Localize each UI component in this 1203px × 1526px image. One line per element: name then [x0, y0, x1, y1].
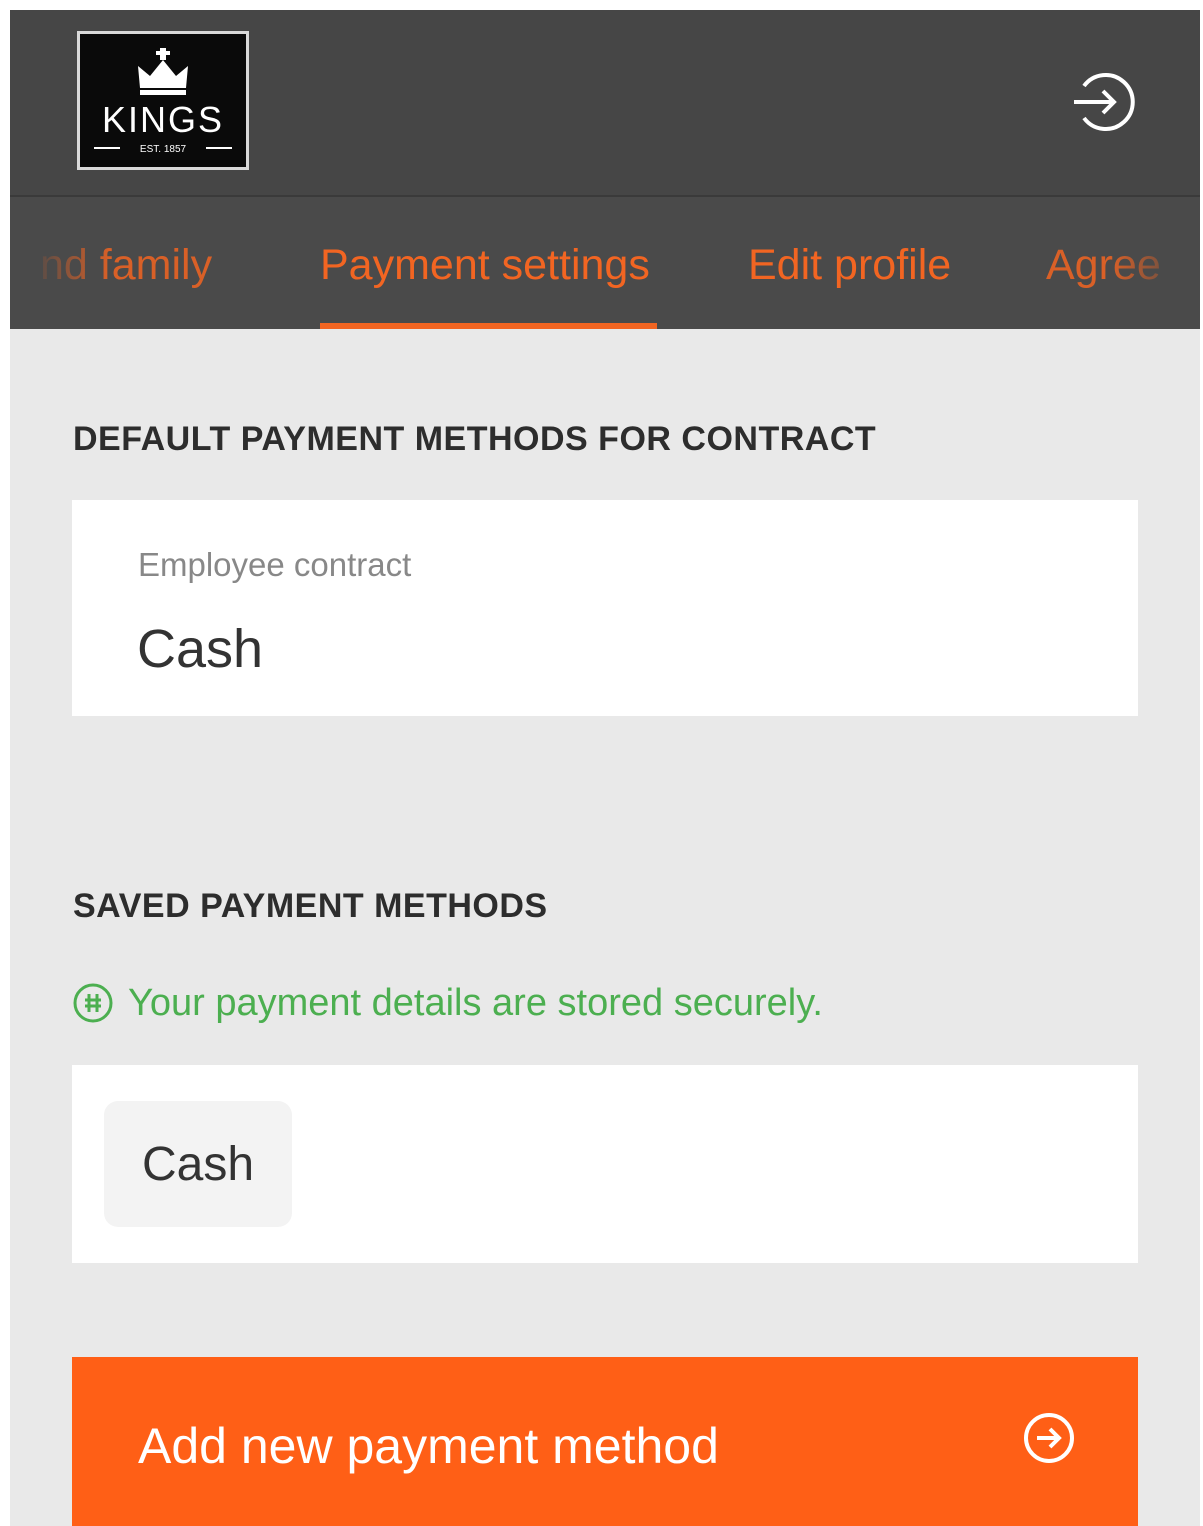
top-bar: KINGS EST. 1857 [10, 10, 1200, 195]
crown-icon: KINGS EST. 1857 [94, 48, 232, 155]
payment-method-chip[interactable]: Cash [104, 1101, 292, 1227]
app-frame: KINGS EST. 1857 nd family Payment settin… [10, 10, 1200, 1526]
tab-fade-left [10, 197, 110, 329]
tab-fade-right [1110, 197, 1200, 329]
arrow-circle-right-icon [1024, 1413, 1074, 1463]
kings-logo[interactable]: KINGS EST. 1857 [77, 31, 249, 170]
field-value: Cash [137, 619, 264, 679]
add-payment-method-button[interactable]: Add new payment method [72, 1357, 1138, 1526]
saved-methods-title: SAVED PAYMENT METHODS [73, 887, 548, 925]
add-button-label: Add new payment method [138, 1418, 719, 1474]
tab-bar: nd family Payment settings Edit profile … [10, 195, 1200, 329]
secure-text: Your payment details are stored securely… [128, 981, 823, 1024]
logo-tagline: EST. 1857 [140, 144, 187, 155]
secure-notice: Your payment details are stored securely… [72, 978, 823, 1028]
logo-brand: KINGS [102, 99, 224, 140]
secure-shield-icon [73, 983, 113, 1023]
tab-payment-settings[interactable]: Payment settings [320, 241, 650, 290]
logout-icon[interactable] [1070, 68, 1138, 136]
active-tab-indicator [320, 323, 657, 329]
saved-methods-list: Cash [72, 1065, 1138, 1263]
employee-contract-field[interactable]: Employee contract Cash [72, 500, 1138, 716]
tab-edit-profile[interactable]: Edit profile [748, 241, 951, 290]
field-label: Employee contract [138, 546, 412, 583]
default-methods-title: DEFAULT PAYMENT METHODS FOR CONTRACT [73, 420, 877, 458]
